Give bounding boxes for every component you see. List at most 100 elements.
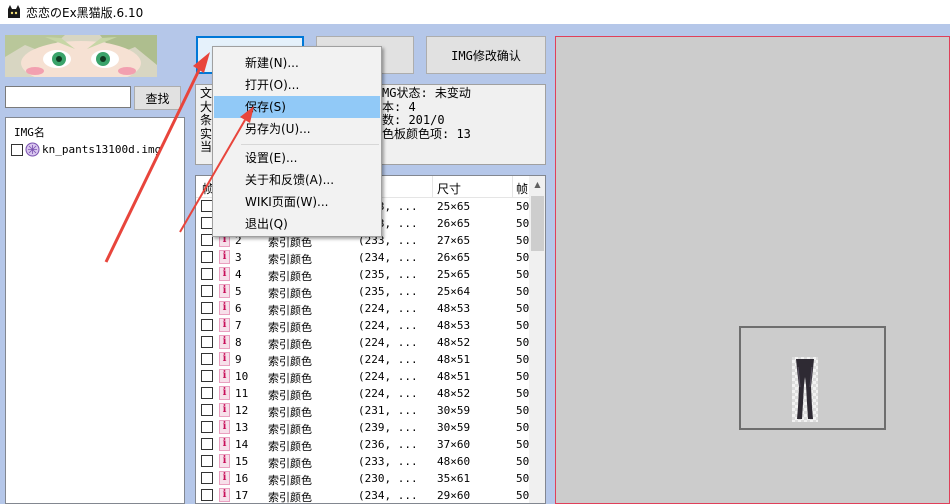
table-row[interactable]: i 13 索引颜色 (239, ... 30×59 50	[196, 419, 529, 436]
row-checkbox[interactable]	[201, 387, 213, 399]
file-name: kn_pants13100d.img	[42, 143, 162, 156]
frame-type: 索引颜色	[268, 491, 312, 504]
frame-size: 48×53	[437, 302, 471, 315]
frame-coord: (234, ...	[358, 251, 418, 264]
frame-type: 索引颜色	[268, 389, 312, 402]
scroll-up-icon[interactable]: ▲	[529, 176, 545, 193]
frame-type: 索引颜色	[268, 321, 312, 334]
frame-coord: (224, ...	[358, 370, 418, 383]
row-checkbox[interactable]	[201, 404, 213, 416]
row-checkbox[interactable]	[201, 421, 213, 433]
search-button[interactable]: 查找	[134, 86, 181, 110]
frame-type: 索引颜色	[268, 457, 312, 470]
table-row[interactable]: i 4 索引颜色 (235, ... 25×65 50	[196, 266, 529, 283]
frame-index: 7	[235, 319, 242, 332]
img-version: 本: 4	[382, 99, 416, 114]
table-row[interactable]: i 6 索引颜色 (224, ... 48×53 50	[196, 300, 529, 317]
scroll-thumb[interactable]	[531, 196, 544, 251]
frame-canvas-size: 50	[516, 421, 530, 434]
frame-coord: (230, ...	[358, 472, 418, 485]
table-row[interactable]: i 8 索引颜色 (224, ... 48×52 50	[196, 334, 529, 351]
frame-canvas-size: 50	[516, 387, 530, 400]
frame-size: 48×53	[437, 319, 471, 332]
menu-item-settings[interactable]: 设置(E)...	[214, 147, 380, 169]
row-checkbox[interactable]	[201, 472, 213, 484]
frame-coord: (224, ...	[358, 302, 418, 315]
index-color-icon: i	[219, 284, 230, 298]
col-header-frame-size[interactable]: 帧	[516, 180, 528, 197]
table-row[interactable]: i 14 索引颜色 (236, ... 37×60 50	[196, 436, 529, 453]
table-row[interactable]: i 15 索引颜色 (233, ... 48×60 50	[196, 453, 529, 470]
frame-size: 48×51	[437, 370, 471, 383]
menu-item-open[interactable]: 打开(O)...	[214, 74, 380, 96]
frame-canvas-size: 50	[516, 336, 530, 349]
table-row[interactable]: i 16 索引颜色 (230, ... 35×61 50	[196, 470, 529, 487]
list-item[interactable]: kn_pants13100d.img	[11, 142, 161, 157]
img-confirm-button[interactable]: IMG修改确认	[426, 36, 546, 74]
table-row[interactable]: i 17 索引颜色 (234, ... 29×60 50	[196, 487, 529, 504]
index-color-icon: i	[219, 318, 230, 332]
file-checkbox[interactable]	[11, 143, 23, 156]
table-row[interactable]: i 3 索引颜色 (234, ... 26×65 50	[196, 249, 529, 266]
menu-item-exit[interactable]: 退出(Q)	[214, 213, 380, 235]
frame-size: 48×52	[437, 336, 471, 349]
frame-type: 索引颜色	[268, 423, 312, 436]
frame-index: 17	[235, 489, 249, 502]
table-row[interactable]: i 5 索引颜色 (235, ... 25×64 50	[196, 283, 529, 300]
index-color-icon: i	[219, 454, 230, 468]
frame-canvas-size: 50	[516, 217, 530, 230]
row-checkbox[interactable]	[201, 370, 213, 382]
menu-item-save[interactable]: 保存(S)	[214, 96, 380, 118]
frame-coord: (224, ...	[358, 387, 418, 400]
menu-item-about[interactable]: 关于和反馈(A)...	[214, 169, 380, 191]
row-checkbox[interactable]	[201, 285, 213, 297]
title-bar: 恋恋のEx黑猫版.6.10	[0, 0, 950, 24]
frame-size: 48×60	[437, 455, 471, 468]
table-row[interactable]: i 10 索引颜色 (224, ... 48×51 50	[196, 368, 529, 385]
frame-type: 索引颜色	[268, 338, 312, 351]
img-status: MG状态: 未变动	[382, 86, 471, 100]
frame-index: 12	[235, 404, 249, 417]
row-checkbox[interactable]	[201, 336, 213, 348]
frame-coord: (224, ...	[358, 336, 418, 349]
frame-size: 48×52	[437, 387, 471, 400]
frame-canvas-size: 50	[516, 302, 530, 315]
table-row[interactable]: i 12 索引颜色 (231, ... 30×59 50	[196, 402, 529, 419]
row-checkbox[interactable]	[201, 319, 213, 331]
table-row[interactable]: i 7 索引颜色 (224, ... 48×53 50	[196, 317, 529, 334]
frame-canvas-size: 50	[516, 353, 530, 366]
frame-index: 10	[235, 370, 249, 383]
frame-index: 11	[235, 387, 249, 400]
vertical-scrollbar[interactable]: ▲	[529, 176, 545, 503]
pantyhose-sprite	[792, 357, 818, 422]
search-input[interactable]	[5, 86, 131, 108]
frame-type: 索引颜色	[268, 270, 312, 283]
frame-index: 6	[235, 302, 242, 315]
row-checkbox[interactable]	[201, 489, 213, 501]
frame-canvas-size: 50	[516, 319, 530, 332]
table-row[interactable]: i 11 索引颜色 (224, ... 48×52 50	[196, 385, 529, 402]
menu-item-wiki[interactable]: WIKI页面(W)...	[214, 191, 380, 213]
preview-canvas[interactable]	[555, 36, 950, 504]
row-checkbox[interactable]	[201, 438, 213, 450]
menu-item-new[interactable]: 新建(N)...	[214, 52, 380, 74]
row-checkbox[interactable]	[201, 268, 213, 280]
index-color-icon: i	[219, 335, 230, 349]
col-header-size[interactable]: 尺寸	[437, 180, 461, 197]
row-checkbox[interactable]	[201, 251, 213, 263]
index-color-icon: i	[219, 267, 230, 281]
row-checkbox[interactable]	[201, 455, 213, 467]
row-checkbox[interactable]	[201, 353, 213, 365]
frame-canvas-size: 50	[516, 251, 530, 264]
palette-color-count: 色板颜色项: 13	[382, 126, 471, 141]
index-color-icon: i	[219, 250, 230, 264]
frame-index: 15	[235, 455, 249, 468]
img-file-list[interactable]: IMG名 kn_pants13100d.img	[5, 117, 185, 504]
row-checkbox[interactable]	[201, 302, 213, 314]
frame-coord: (224, ...	[358, 353, 418, 366]
table-row[interactable]: i 9 索引颜色 (224, ... 48×51 50	[196, 351, 529, 368]
menu-item-save-as[interactable]: 另存为(U)...	[214, 118, 380, 140]
img-list-header: IMG名	[14, 126, 45, 139]
frame-coord: (224, ...	[358, 319, 418, 332]
frame-size: 26×65	[437, 251, 471, 264]
